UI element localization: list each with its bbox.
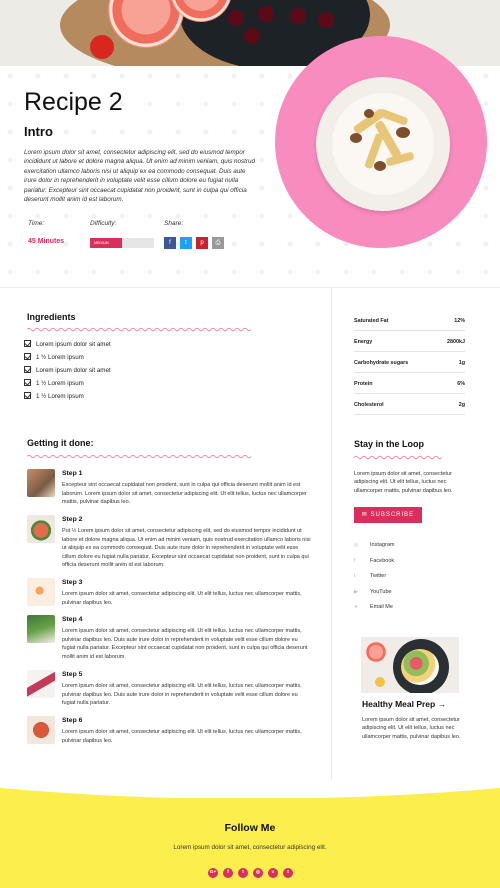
google-plus-icon[interactable]: G+ [208, 868, 218, 878]
checkbox-icon[interactable] [24, 353, 31, 360]
facebook-icon[interactable]: f [223, 868, 233, 878]
subscribe-button[interactable]: ✉ SUBSCRIBE [354, 507, 422, 523]
step-4-image [27, 615, 55, 643]
recipe-title: Recipe 2 [24, 88, 123, 116]
dish-image [316, 77, 450, 211]
difficulty-fill: MEDIUM [90, 238, 122, 248]
step-title: Step 4 [62, 616, 83, 623]
vimeo-icon[interactable]: v [268, 868, 278, 878]
mushroom [350, 133, 362, 143]
social-link-twitter[interactable]: t Twitter [354, 573, 386, 579]
meal-prep-image[interactable] [361, 637, 459, 693]
mushroom [374, 161, 386, 171]
wavy-underline [354, 455, 443, 460]
ingredient-item[interactable]: Lorem ipsum dolor sit amet [24, 366, 111, 374]
step-text: Lorem ipsum dolor sit amet, consectetur … [62, 628, 308, 660]
instagram-icon[interactable]: ◎ [253, 868, 263, 878]
ingredient-item[interactable]: 1 ½ Lorem ipsum [24, 353, 84, 361]
mushroom [396, 127, 410, 138]
facebook-icon: f [354, 558, 356, 564]
twitter-icon: t [354, 573, 356, 579]
step-2-image [27, 515, 55, 543]
nutrition-row: Cholesterol 2g [354, 394, 465, 415]
pinterest-share-icon[interactable]: p [196, 237, 208, 249]
nutrition-row: Carbohydrate sugars 1g [354, 352, 465, 373]
step-text: Lorem ipsum dolor sit amet, consectetur … [62, 683, 302, 707]
step-title: Step 3 [62, 579, 83, 586]
social-link-youtube[interactable]: ▶ YouTube [354, 589, 392, 595]
twitter-icon[interactable]: t [238, 868, 248, 878]
cherry [244, 28, 260, 44]
difficulty-bar: MEDIUM [90, 238, 154, 248]
step-5-image [27, 670, 55, 698]
cherry [258, 6, 274, 22]
youtube-icon: ▶ [354, 589, 358, 595]
wavy-underline [27, 327, 252, 332]
stay-in-loop-heading: Stay in the Loop [354, 439, 425, 449]
step-title: Step 2 [62, 516, 83, 523]
follow-me-text: Lorem ipsum dolor sit amet, consectetur … [173, 844, 327, 851]
step-3-image [27, 578, 55, 606]
recipe-page: Recipe 2 Intro Lorem ipsum dolor sit ame… [0, 0, 500, 888]
steps-heading: Getting it done: [27, 438, 94, 448]
instagram-icon: ◎ [354, 542, 359, 548]
footer-curve [0, 788, 500, 800]
meal-prep-link[interactable]: Healthy Meal Prep → [362, 699, 446, 709]
difficulty-label: Difficulty: [90, 220, 117, 227]
social-link-email[interactable]: ➤ Email Me [354, 604, 393, 610]
mushroom [364, 109, 374, 118]
wavy-underline [27, 454, 252, 459]
footer: Follow Me Lorem ipsum dolor sit amet, co… [0, 788, 500, 888]
checkbox-icon[interactable] [24, 366, 31, 373]
salad-bowl [401, 649, 439, 685]
cherry [318, 12, 334, 28]
checkbox-icon[interactable] [24, 340, 31, 347]
nutrition-row: Protein 6% [354, 373, 465, 394]
step-6-image [27, 716, 55, 744]
egg [375, 677, 385, 687]
step-text: Lorem ipsum dolor sit amet, consectetur … [62, 591, 302, 606]
step-text: Lorem ipsum dolor sit amet, consectetur … [62, 729, 302, 744]
checkbox-icon[interactable] [24, 392, 31, 399]
step-title: Step 6 [62, 717, 83, 724]
step-text: Excepteur sint occaecat cupidatat non pr… [62, 482, 307, 506]
time-label: Time: [28, 220, 45, 227]
intro-heading: Intro [24, 124, 53, 139]
tumblr-icon[interactable]: t [283, 868, 293, 878]
sidebar-divider [331, 288, 332, 780]
cherry [290, 8, 306, 24]
time-value: 45 Minutes [28, 238, 65, 245]
step-1-image [27, 469, 55, 497]
section-divider [0, 287, 500, 288]
social-link-instagram[interactable]: ◎ Instagram [354, 542, 394, 548]
ingredient-item[interactable]: 1 ½ Lorem ipsum [24, 392, 84, 400]
meal-prep-text: Lorem ipsum dolor sit amet, consectetur … [362, 717, 461, 740]
step-text: Put ½ Lorem ipsum dolor sit amet, consec… [62, 528, 311, 569]
nutrition-row: Energy 2800kJ [354, 331, 465, 352]
ingredients-heading: Ingredients [27, 312, 76, 322]
email-icon: ➤ [354, 604, 359, 610]
ingredient-item[interactable]: Lorem ipsum dolor sit amet [24, 340, 111, 348]
ingredient-item[interactable]: 1 ½ Lorem ipsum [24, 379, 84, 387]
grapefruit-slice [365, 641, 387, 663]
nutrition-row: Saturated Fat 12% [354, 310, 465, 331]
share-label: Share: [164, 220, 184, 227]
step-title: Step 1 [62, 470, 83, 477]
social-link-facebook[interactable]: f Facebook [354, 558, 394, 564]
twitter-share-icon[interactable]: t [180, 237, 192, 249]
step-title: Step 5 [62, 671, 83, 678]
follow-me-heading: Follow Me [224, 822, 276, 834]
stay-in-loop-text: Lorem ipsum dolor sit amet, consectetur … [354, 471, 453, 494]
checkbox-icon[interactable] [24, 379, 31, 386]
intro-text: Lorem ipsum dolor sit amet, consectetur … [24, 149, 256, 204]
mail-icon: ✉ [361, 512, 371, 518]
tomato [90, 35, 114, 59]
cherry [228, 10, 244, 26]
print-icon[interactable]: ⎙ [212, 237, 224, 249]
facebook-share-icon[interactable]: f [164, 237, 176, 249]
